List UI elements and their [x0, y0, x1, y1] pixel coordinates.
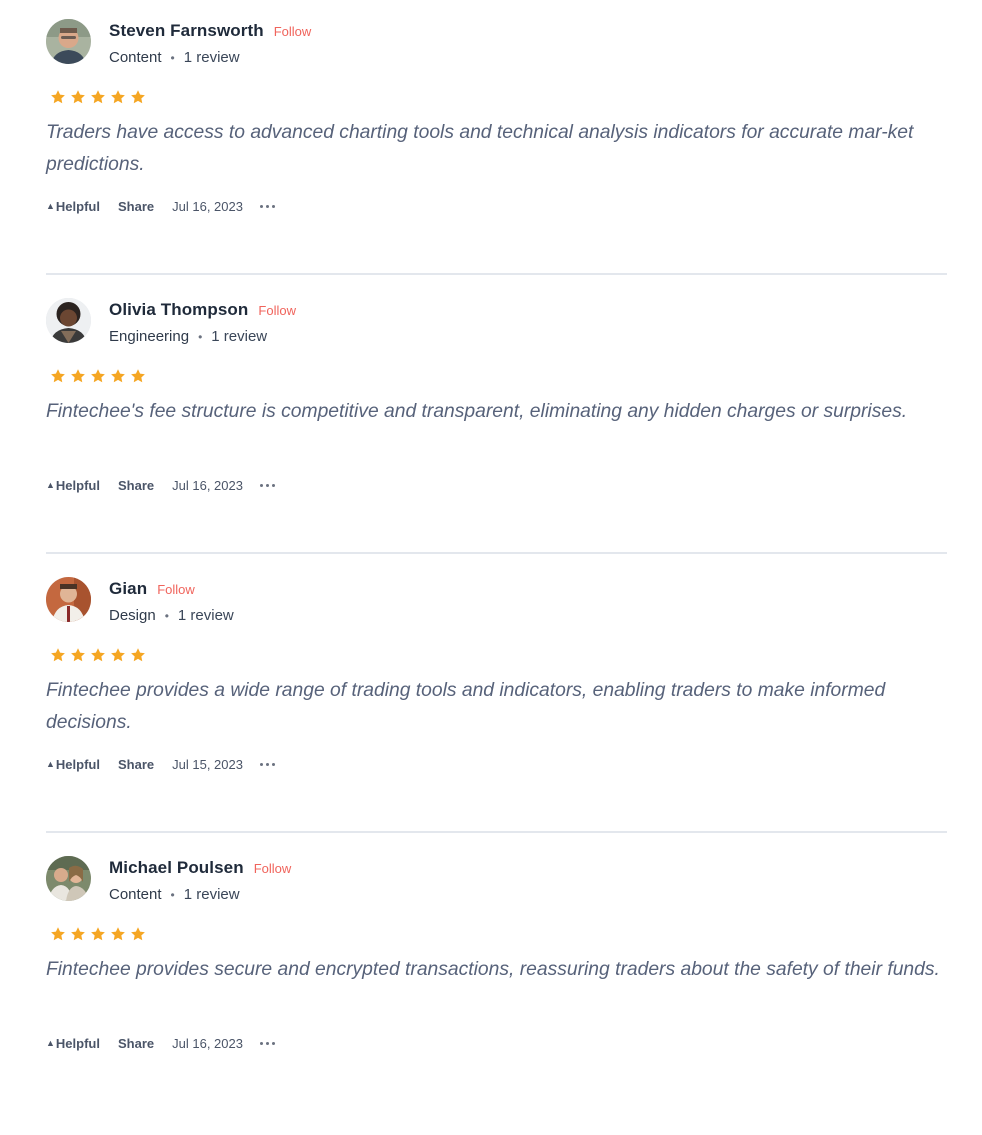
reviewer-header: Gian Follow	[109, 577, 195, 601]
meta-separator: •	[170, 887, 175, 902]
avatar-photo	[46, 577, 91, 622]
avatar[interactable]	[46, 577, 91, 622]
divider	[46, 552, 947, 554]
avatar[interactable]	[46, 298, 91, 343]
meta-separator: •	[198, 329, 203, 344]
follow-button[interactable]: Follow	[258, 303, 296, 318]
helpful-button[interactable]: ▲ Helpful	[46, 1036, 100, 1051]
star-rating	[50, 926, 146, 942]
divider	[46, 831, 947, 833]
share-button[interactable]: Share	[118, 199, 154, 214]
star-icon	[51, 369, 65, 383]
share-button[interactable]: Share	[118, 1036, 154, 1051]
reviewer-meta: Design • 1 review	[109, 607, 234, 624]
star-icon	[131, 90, 145, 104]
review-date: Jul 16, 2023	[172, 1036, 243, 1051]
helpful-button[interactable]: ▲ Helpful	[46, 478, 100, 493]
share-button[interactable]: Share	[118, 757, 154, 772]
review-actions: ▲ Helpful Share Jul 15, 2023	[46, 757, 275, 772]
review-date: Jul 16, 2023	[172, 199, 243, 214]
review-count[interactable]: 1 review	[178, 607, 234, 624]
star-icon	[111, 369, 125, 383]
avatar[interactable]	[46, 19, 91, 64]
review-actions: ▲ Helpful Share Jul 16, 2023	[46, 1036, 275, 1051]
reviewer-name[interactable]: Gian	[109, 579, 147, 599]
star-icon	[131, 369, 145, 383]
star-icon	[111, 648, 125, 662]
star-icon	[51, 927, 65, 941]
star-icon	[91, 927, 105, 941]
star-icon	[91, 90, 105, 104]
star-icon	[91, 648, 105, 662]
review-card: Steven Farnsworth Follow Content • 1 rev…	[46, 19, 947, 298]
meta-separator: •	[164, 608, 169, 623]
star-icon	[71, 927, 85, 941]
helpful-label: Helpful	[55, 757, 100, 772]
star-icon	[111, 90, 125, 104]
star-icon	[51, 648, 65, 662]
helpful-button[interactable]: ▲ Helpful	[46, 199, 100, 214]
divider	[46, 273, 947, 275]
star-icon	[71, 648, 85, 662]
helpful-label: Helpful	[55, 478, 100, 493]
caret-up-icon: ▲	[46, 200, 55, 211]
star-icon	[131, 927, 145, 941]
star-icon	[71, 90, 85, 104]
avatar-photo	[46, 856, 91, 901]
avatar-photo	[46, 298, 91, 343]
more-horizontal-icon[interactable]	[259, 1039, 275, 1049]
star-icon	[51, 90, 65, 104]
reviewer-department: Engineering	[109, 328, 190, 345]
review-count[interactable]: 1 review	[184, 49, 240, 66]
helpful-label: Helpful	[55, 1036, 100, 1051]
reviewer-name[interactable]: Michael Poulsen	[109, 858, 244, 878]
review-card: Gian Follow Design • 1 review Fintechee …	[46, 577, 947, 856]
reviewer-header: Steven Farnsworth Follow	[109, 19, 311, 43]
avatar-photo	[46, 19, 91, 64]
more-horizontal-icon[interactable]	[259, 481, 275, 491]
star-rating	[50, 89, 146, 105]
star-rating	[50, 368, 146, 384]
review-actions: ▲ Helpful Share Jul 16, 2023	[46, 478, 275, 493]
reviewer-name[interactable]: Steven Farnsworth	[109, 21, 264, 41]
share-button[interactable]: Share	[118, 478, 154, 493]
review-card: Olivia Thompson Follow Engineering • 1 r…	[46, 298, 947, 577]
star-icon	[111, 927, 125, 941]
meta-separator: •	[170, 50, 175, 65]
helpful-button[interactable]: ▲ Helpful	[46, 757, 100, 772]
review-date: Jul 15, 2023	[172, 757, 243, 772]
reviewer-header: Olivia Thompson Follow	[109, 298, 296, 322]
reviewer-meta: Content • 1 review	[109, 49, 240, 66]
helpful-label: Helpful	[55, 199, 100, 214]
star-icon	[131, 648, 145, 662]
review-text: Traders have access to advanced charting…	[46, 122, 914, 175]
caret-up-icon: ▲	[46, 479, 55, 490]
follow-button[interactable]: Follow	[254, 861, 292, 876]
reviewer-name[interactable]: Olivia Thompson	[109, 300, 248, 320]
follow-button[interactable]: Follow	[274, 24, 312, 39]
caret-up-icon: ▲	[46, 1037, 55, 1048]
star-rating	[50, 647, 146, 663]
follow-button[interactable]: Follow	[157, 582, 195, 597]
reviewer-department: Content	[109, 49, 162, 66]
review-actions: ▲ Helpful Share Jul 16, 2023	[46, 199, 275, 214]
reviewer-meta: Engineering • 1 review	[109, 328, 267, 345]
star-icon	[71, 369, 85, 383]
reviewer-department: Design	[109, 607, 156, 624]
review-card: Michael Poulsen Follow Content • 1 revie…	[46, 856, 947, 1135]
reviewer-department: Content	[109, 886, 162, 903]
review-count[interactable]: 1 review	[211, 328, 267, 345]
avatar[interactable]	[46, 856, 91, 901]
review-count[interactable]: 1 review	[184, 886, 240, 903]
review-text: Fintechee's fee structure is competitive…	[46, 401, 908, 422]
review-text: Fintechee provides a wide range of tradi…	[46, 680, 886, 733]
caret-up-icon: ▲	[46, 758, 55, 769]
star-icon	[91, 369, 105, 383]
more-horizontal-icon[interactable]	[259, 202, 275, 212]
more-horizontal-icon[interactable]	[259, 760, 275, 770]
review-text: Fintechee provides secure and encrypted …	[46, 959, 940, 980]
reviewer-header: Michael Poulsen Follow	[109, 856, 291, 880]
reviewer-meta: Content • 1 review	[109, 886, 240, 903]
review-date: Jul 16, 2023	[172, 478, 243, 493]
